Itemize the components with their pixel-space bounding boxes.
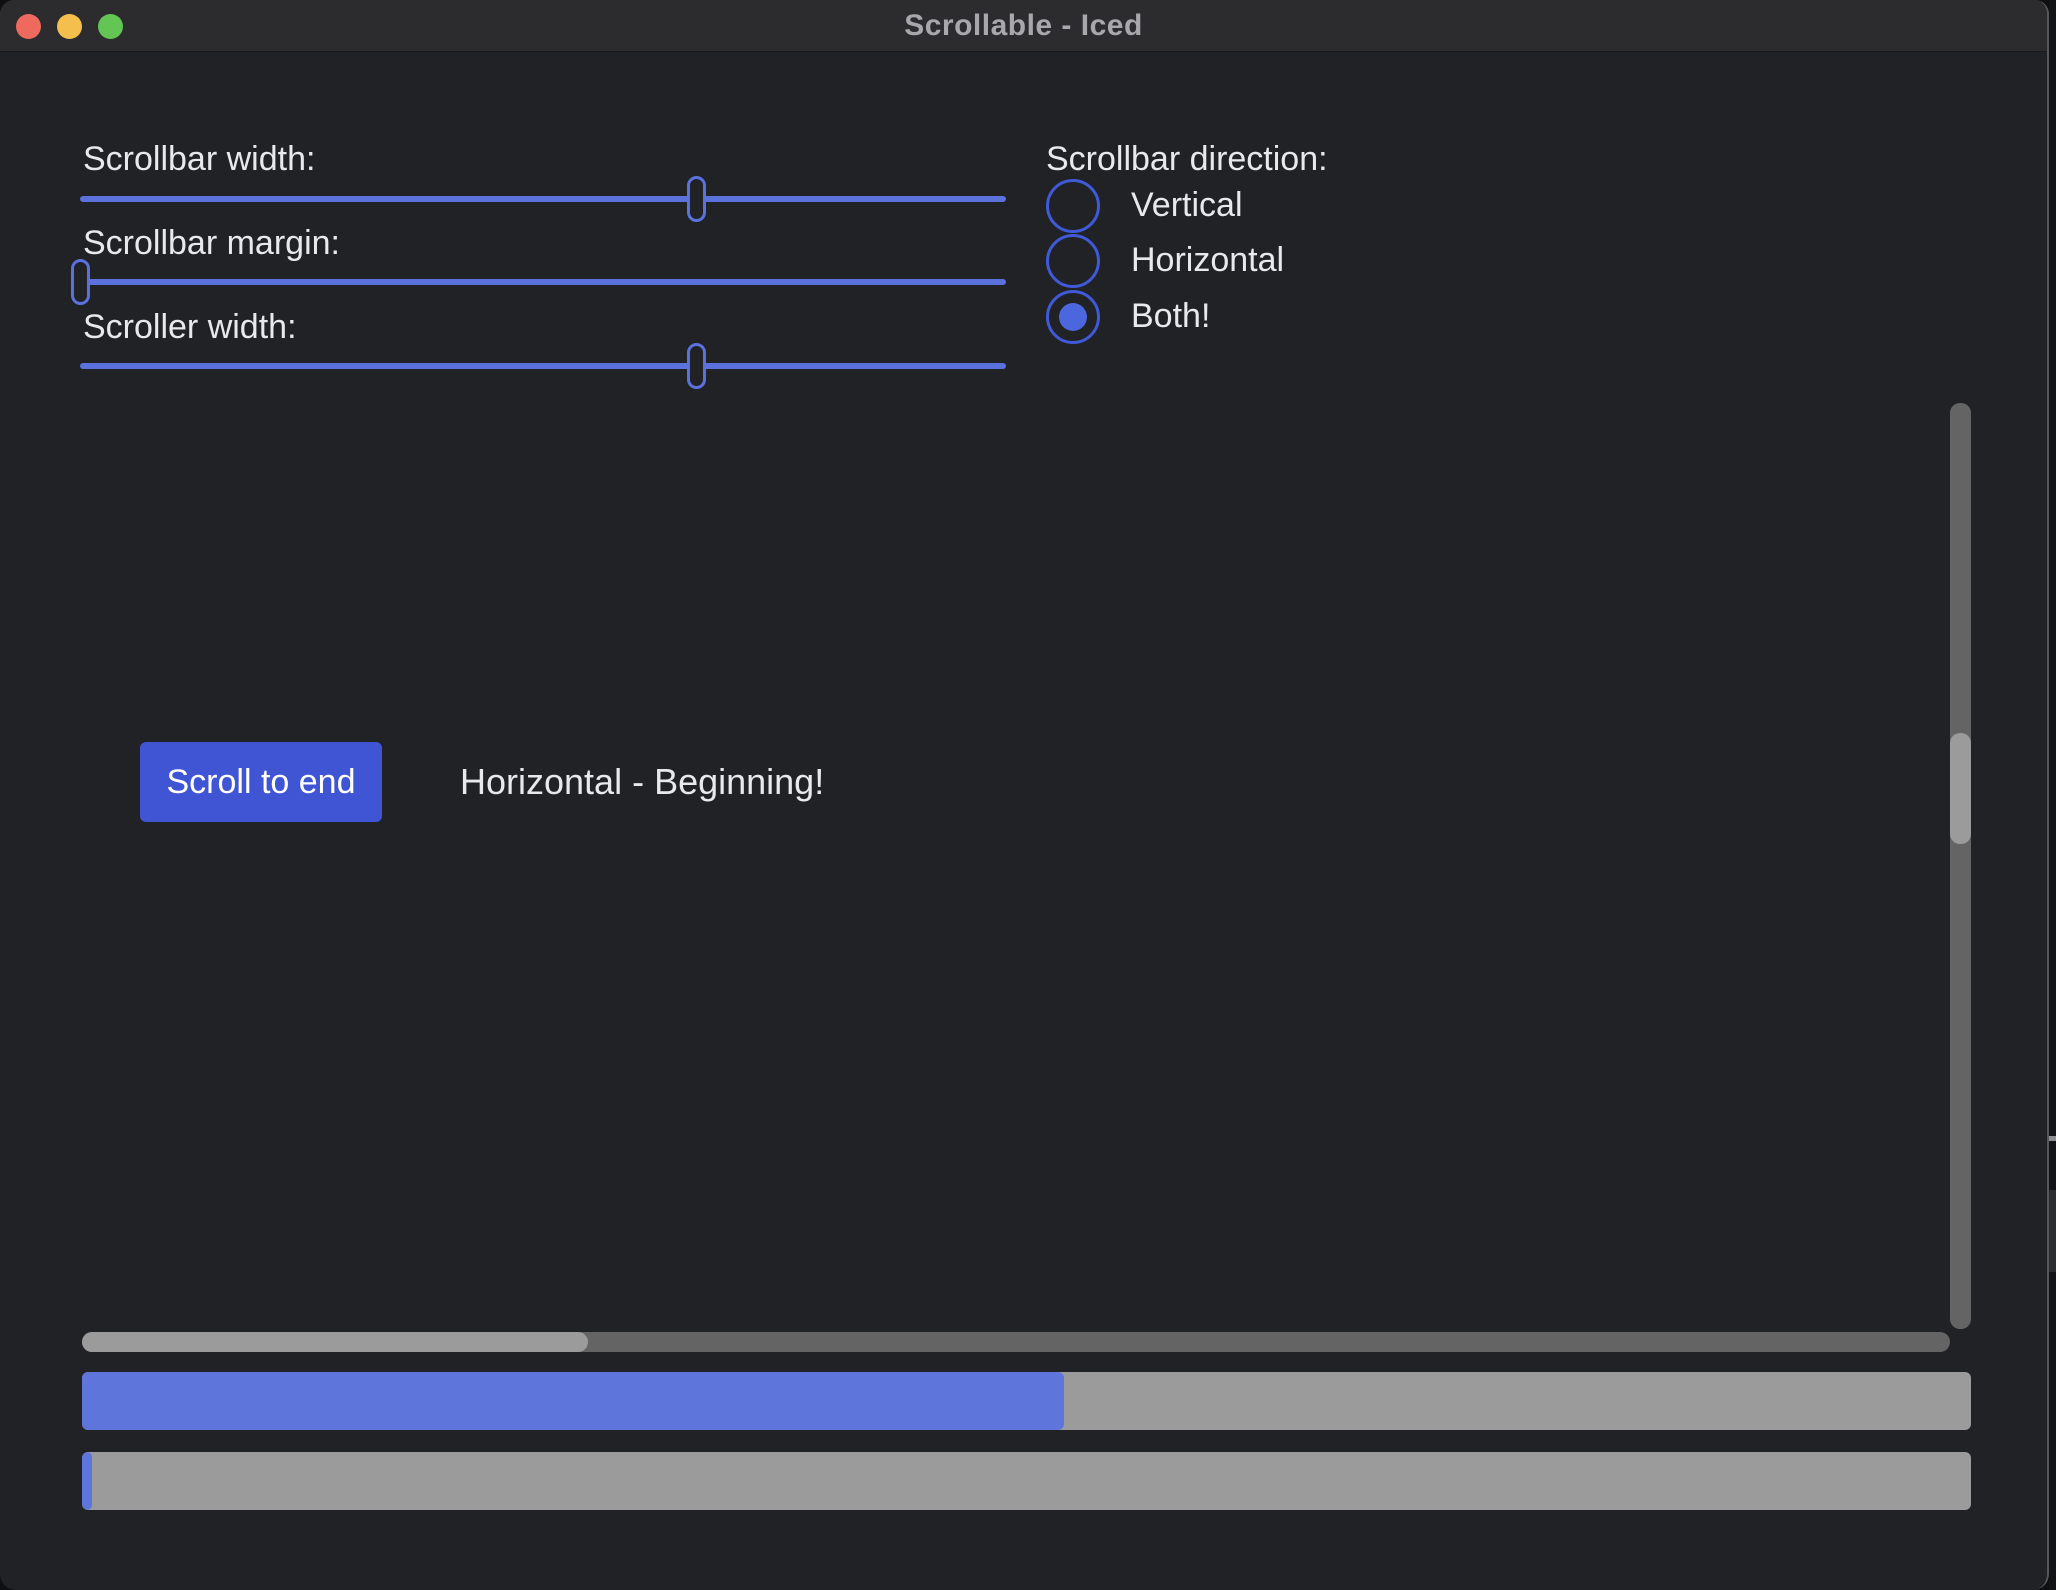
close-button[interactable] <box>16 14 41 39</box>
app-window: Scrollable - Iced Scrollbar width: Scrol… <box>0 0 2049 1590</box>
radio-both[interactable]: Both! <box>1046 289 1210 344</box>
minimize-button[interactable] <box>57 14 82 39</box>
scrollbar-width-label: Scrollbar width: <box>83 140 315 179</box>
scrollbar-direction-label: Scrollbar direction: <box>1046 140 1328 179</box>
background-artifact <box>2049 1136 2056 1141</box>
scroller-width-slider[interactable] <box>80 343 1006 389</box>
desktop-background-strip <box>2049 0 2056 1590</box>
zoom-button[interactable] <box>98 14 123 39</box>
horizontal-scrollbar-thumb[interactable] <box>82 1332 588 1352</box>
radio-horizontal-label[interactable]: Horizontal <box>1131 241 1284 280</box>
slider-rail[interactable] <box>80 363 1006 369</box>
window-title: Scrollable - Iced <box>904 9 1143 43</box>
scrollbar-margin-label: Scrollbar margin: <box>83 224 340 263</box>
radio-both-label[interactable]: Both! <box>1131 297 1210 336</box>
horizontal-progress-bar <box>82 1372 1971 1430</box>
slider-handle[interactable] <box>687 343 706 389</box>
radio-circle-icon[interactable] <box>1046 234 1100 288</box>
vertical-scrollbar-track[interactable] <box>1950 403 1971 1329</box>
radio-vertical[interactable]: Vertical <box>1046 178 1243 233</box>
radio-horizontal[interactable]: Horizontal <box>1046 233 1284 288</box>
radio-circle-icon[interactable] <box>1046 290 1100 344</box>
radio-dot-icon <box>1059 303 1087 331</box>
vertical-scrollbar-thumb[interactable] <box>1950 733 1971 844</box>
titlebar: Scrollable - Iced <box>0 0 2047 52</box>
background-artifact <box>2049 1190 2056 1272</box>
scroller-width-label: Scroller width: <box>83 308 297 347</box>
slider-handle[interactable] <box>687 176 706 222</box>
slider-rail[interactable] <box>80 279 1006 285</box>
progress-fill <box>82 1452 92 1510</box>
screen: Scrollable - Iced Scrollbar width: Scrol… <box>0 0 2056 1590</box>
vertical-progress-bar <box>82 1452 1971 1510</box>
radio-vertical-label[interactable]: Vertical <box>1131 186 1243 225</box>
horizontal-scrollbar-track[interactable] <box>82 1332 1950 1352</box>
radio-circle-icon[interactable] <box>1046 179 1100 233</box>
progress-fill <box>82 1372 1064 1430</box>
scroll-status-text: Horizontal - Beginning! <box>460 742 824 822</box>
scrollbar-width-slider[interactable] <box>80 176 1006 222</box>
slider-rail[interactable] <box>80 196 1006 202</box>
scrollbar-margin-slider[interactable] <box>80 259 1006 305</box>
slider-handle[interactable] <box>71 259 90 305</box>
scroll-to-end-button[interactable]: Scroll to end <box>140 742 382 822</box>
